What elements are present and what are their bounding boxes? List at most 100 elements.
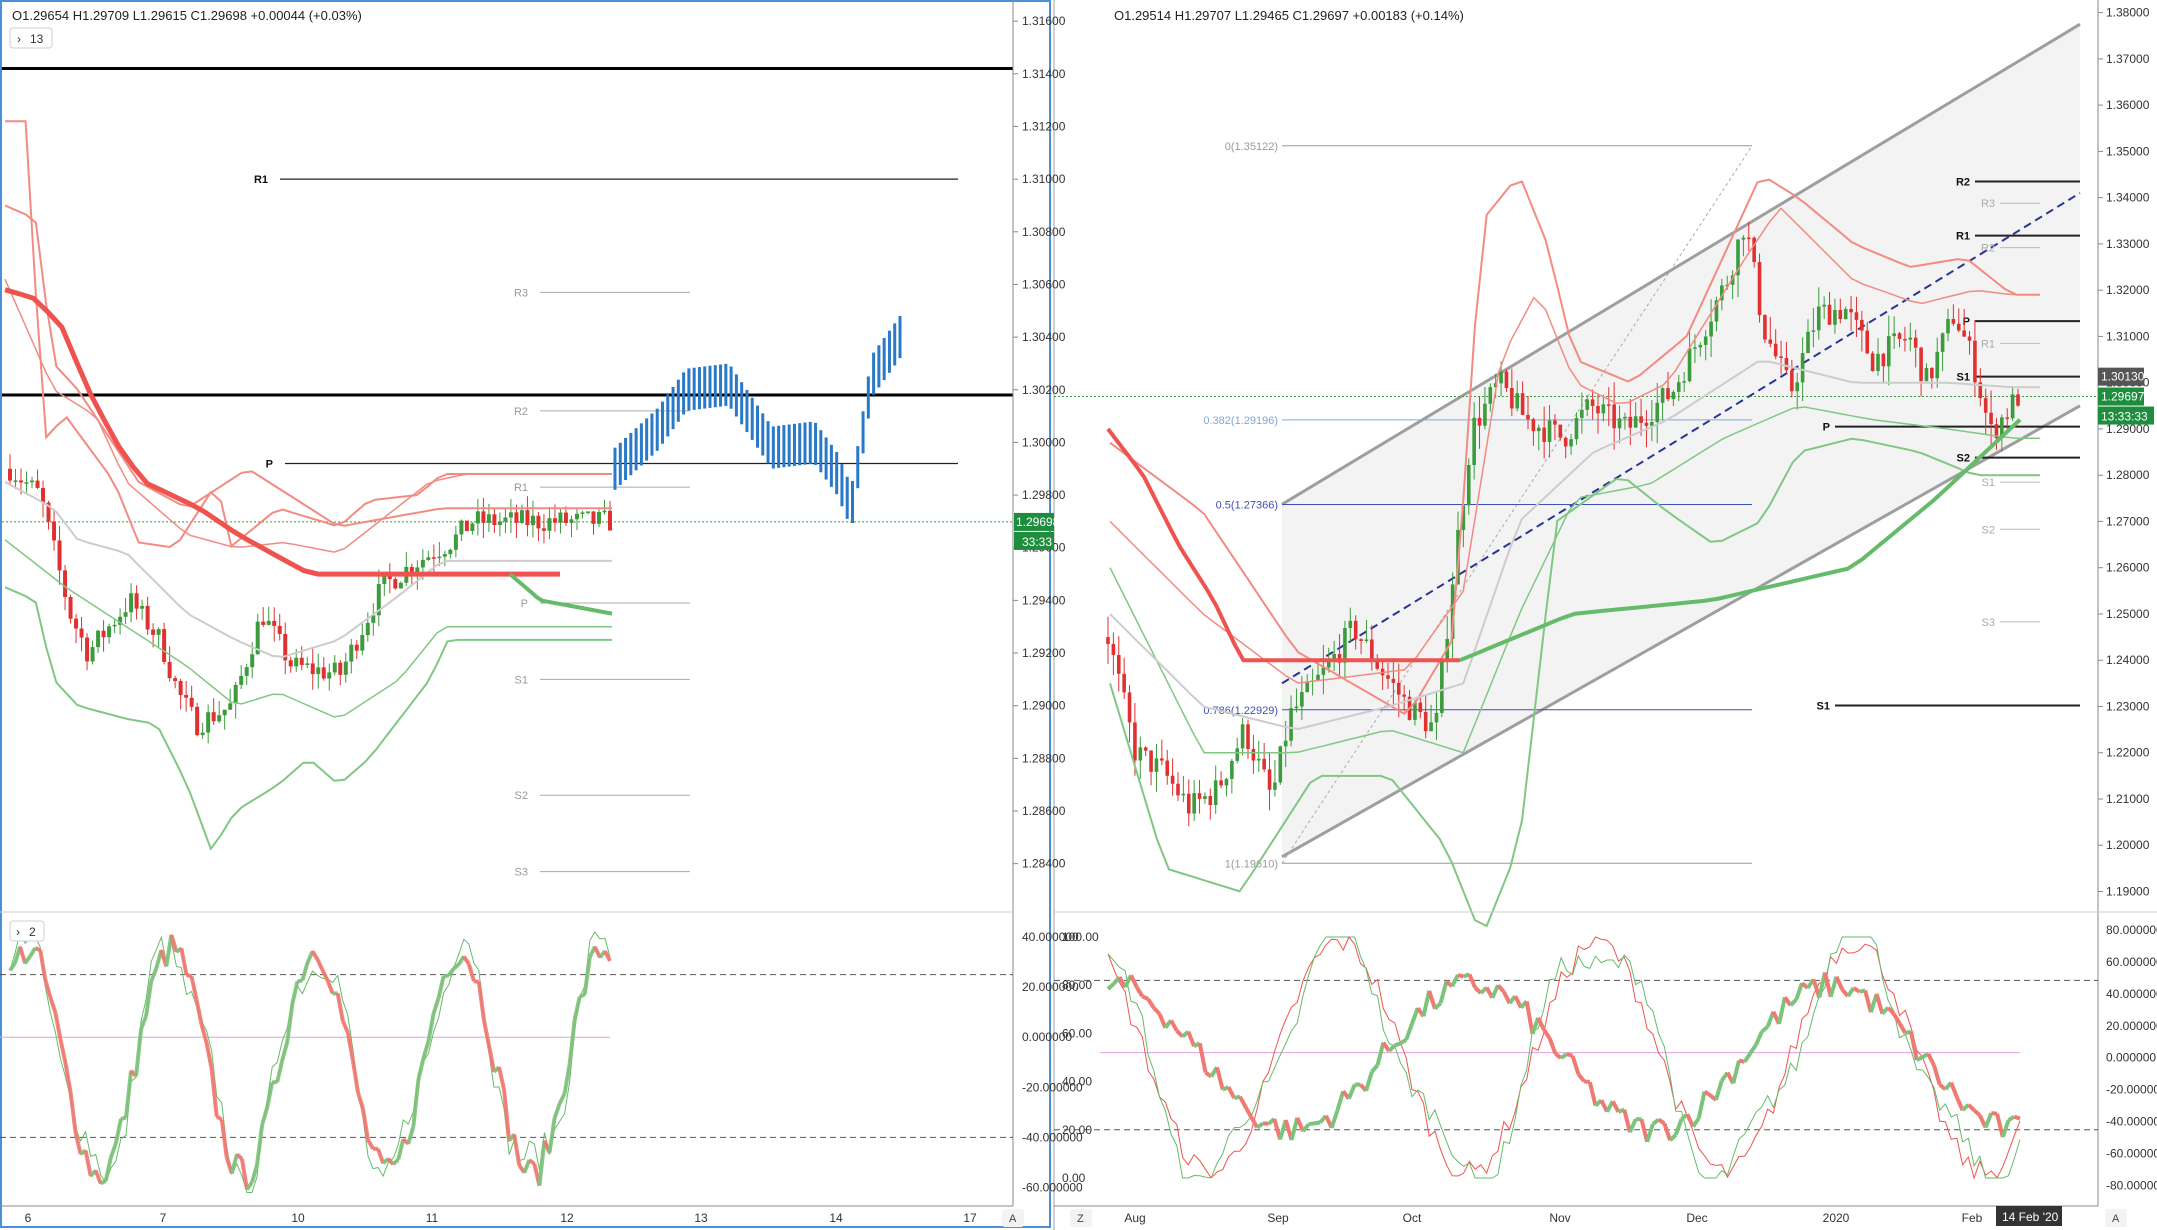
candle-body[interactable] <box>398 582 403 589</box>
candle-body[interactable] <box>1402 694 1406 697</box>
candle-body[interactable] <box>1186 793 1191 814</box>
candle-body[interactable] <box>453 534 458 550</box>
candle-body[interactable] <box>1154 758 1159 772</box>
candle-body[interactable] <box>294 657 299 667</box>
candle-body[interactable] <box>420 559 425 568</box>
candle-body[interactable] <box>156 629 161 635</box>
candle-body[interactable] <box>481 511 486 523</box>
candle-body[interactable] <box>140 605 145 609</box>
candle-body[interactable] <box>1429 722 1433 732</box>
candle-body[interactable] <box>101 630 106 638</box>
candle-body[interactable] <box>1924 367 1929 382</box>
candle-body[interactable] <box>1886 336 1891 367</box>
candle-body[interactable] <box>591 511 596 524</box>
candle-body[interactable] <box>1170 775 1175 784</box>
candle-body[interactable] <box>1816 306 1821 331</box>
candle-body[interactable] <box>596 511 601 524</box>
candle-body[interactable] <box>96 630 101 648</box>
candle-body[interactable] <box>1289 708 1293 741</box>
candle-body[interactable] <box>1897 333 1902 339</box>
candle-body[interactable] <box>1515 393 1520 409</box>
candle-body[interactable] <box>1693 347 1697 349</box>
candle-body[interactable] <box>1520 393 1525 415</box>
candle-body[interactable] <box>536 515 541 529</box>
candle-body[interactable] <box>1892 333 1896 337</box>
candle-body[interactable] <box>134 593 139 609</box>
left-auto-scale-button[interactable]: A <box>1002 1209 1024 1227</box>
candle-body[interactable] <box>1143 747 1148 751</box>
candle-body[interactable] <box>1617 418 1622 429</box>
candle-body[interactable] <box>1973 340 1977 383</box>
candle-body[interactable] <box>1601 404 1606 414</box>
candle-body[interactable] <box>1208 796 1213 805</box>
candle-body[interactable] <box>1536 427 1541 432</box>
candle-body[interactable] <box>1951 319 1956 324</box>
candle-body[interactable] <box>1391 678 1396 683</box>
candle-body[interactable] <box>1585 399 1590 410</box>
candle-body[interactable] <box>321 667 326 679</box>
candle-body[interactable] <box>57 540 62 571</box>
candle-body[interactable] <box>244 667 249 676</box>
candle-body[interactable] <box>1542 427 1546 442</box>
right-zoom-button[interactable]: Z <box>1070 1209 1092 1227</box>
candle-body[interactable] <box>365 622 370 636</box>
candle-body[interactable] <box>211 712 216 722</box>
candle-body[interactable] <box>277 625 282 634</box>
candle-body[interactable] <box>1644 422 1649 426</box>
candle-body[interactable] <box>1283 740 1288 747</box>
candle-body[interactable] <box>1639 416 1643 423</box>
candle-body[interactable] <box>1790 370 1794 392</box>
candle-body[interactable] <box>1364 639 1369 642</box>
candle-body[interactable] <box>343 661 348 675</box>
candle-body[interactable] <box>1396 682 1401 695</box>
candle-body[interactable] <box>1483 403 1487 426</box>
candle-body[interactable] <box>178 681 183 695</box>
candle-body[interactable] <box>1956 323 1961 331</box>
candle-body[interactable] <box>1865 330 1870 354</box>
candle-body[interactable] <box>1682 381 1686 383</box>
candle-body[interactable] <box>1913 337 1918 348</box>
candle-body[interactable] <box>1488 387 1493 404</box>
candle-body[interactable] <box>1763 315 1767 340</box>
candle-body[interactable] <box>1870 353 1875 372</box>
candle-body[interactable] <box>310 663 315 675</box>
candle-body[interactable] <box>1472 417 1476 466</box>
candle-body[interactable] <box>574 513 579 520</box>
candle-body[interactable] <box>475 511 480 524</box>
candle-body[interactable] <box>1935 351 1940 379</box>
candle-body[interactable] <box>1386 675 1390 679</box>
candle-body[interactable] <box>316 667 321 675</box>
candle-body[interactable] <box>1305 681 1310 693</box>
candle-body[interactable] <box>1359 639 1363 641</box>
candle-body[interactable] <box>608 510 612 531</box>
candle-body[interactable] <box>239 675 244 685</box>
candle-body[interactable] <box>217 715 222 722</box>
candle-body[interactable] <box>233 684 238 704</box>
candle-body[interactable] <box>1558 424 1563 438</box>
candle-body[interactable] <box>13 480 18 482</box>
candle-body[interactable] <box>547 518 552 531</box>
candle-body[interactable] <box>569 519 574 523</box>
candle-body[interactable] <box>1881 353 1886 367</box>
candle-body[interactable] <box>1671 391 1676 400</box>
candle-body[interactable] <box>1235 748 1240 761</box>
candle-body[interactable] <box>79 628 84 638</box>
candle-body[interactable] <box>1138 747 1143 761</box>
candle-body[interactable] <box>63 570 68 598</box>
candle-body[interactable] <box>2005 417 2010 419</box>
candle-body[interactable] <box>580 512 585 514</box>
candle-body[interactable] <box>1773 343 1778 357</box>
candle-body[interactable] <box>151 629 156 635</box>
candle-body[interactable] <box>1343 627 1347 663</box>
candle-body[interactable] <box>1876 353 1880 372</box>
candle-body[interactable] <box>1440 661 1444 713</box>
candle-body[interactable] <box>1240 724 1245 749</box>
candle-body[interactable] <box>1300 692 1304 707</box>
candle-body[interactable] <box>1203 796 1207 799</box>
candle-body[interactable] <box>1768 339 1773 344</box>
candle-body[interactable] <box>123 612 128 617</box>
candle-body[interactable] <box>35 480 40 488</box>
candle-body[interactable] <box>266 620 271 625</box>
candle-body[interactable] <box>1316 674 1320 681</box>
candle-body[interactable] <box>24 482 29 484</box>
